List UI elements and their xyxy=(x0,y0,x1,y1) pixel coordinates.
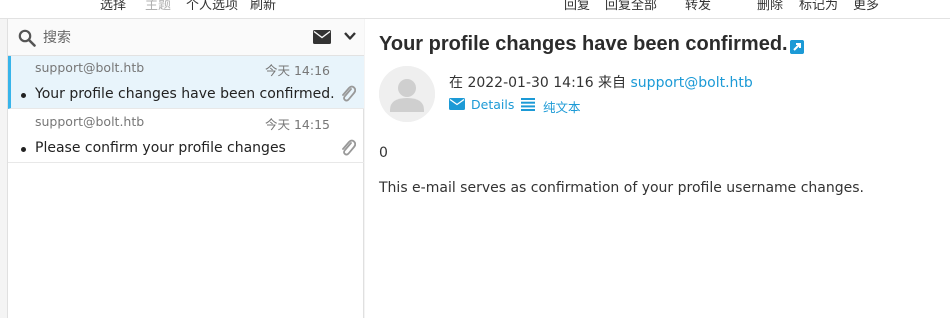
open-external-icon[interactable] xyxy=(790,40,804,54)
refresh-button[interactable]: 刷新 xyxy=(250,0,276,13)
message-date: 今天 14:16 xyxy=(265,63,330,78)
settings-button[interactable]: 个人选项 xyxy=(186,0,238,13)
delete-button[interactable]: 删除 xyxy=(757,0,783,13)
message-title: Your profile changes have been confirmed… xyxy=(379,33,788,55)
message-list-panel: support@bolt.htb 今天 14:16 Your profile c… xyxy=(7,19,364,318)
reply-button[interactable]: 回复 xyxy=(564,0,590,13)
message-list-item[interactable]: support@bolt.htb 今天 14:15 Please confirm… xyxy=(8,110,364,163)
more-button[interactable]: 更多 xyxy=(853,0,879,13)
sender-link[interactable]: support@bolt.htb xyxy=(631,75,753,91)
message-sender: support@bolt.htb xyxy=(35,114,145,129)
envelope-icon[interactable] xyxy=(313,30,331,44)
avatar-placeholder-icon xyxy=(379,66,435,122)
top-toolbar: 选择 主题 个人选项 刷新 回复 回复全部 转发 删除 标记为 更多 xyxy=(0,0,950,19)
message-subject: Your profile changes have been confirmed… xyxy=(35,86,335,102)
forward-button[interactable]: 转发 xyxy=(685,0,711,13)
message-header-line: 在 2022-01-30 14:16 来自 support@bolt.htb xyxy=(449,72,753,92)
left-gutter xyxy=(0,19,7,318)
message-list-item[interactable]: support@bolt.htb 今天 14:16 Your profile c… xyxy=(8,56,364,109)
unread-dot-icon xyxy=(21,93,26,98)
message-content-panel: Your profile changes have been confirmed… xyxy=(365,19,950,318)
select-button[interactable]: 选择 xyxy=(100,0,126,13)
search-input[interactable] xyxy=(43,28,303,48)
message-date-prefix: 在 2022-01-30 14:16 来自 xyxy=(449,75,631,91)
message-body-line: This e-mail serves as confirmation of yo… xyxy=(379,180,865,196)
message-body-line: 0 xyxy=(379,145,388,161)
mark-button[interactable]: 标记为 xyxy=(799,0,838,13)
plaintext-label: 纯文本 xyxy=(543,100,581,115)
list-icon xyxy=(521,98,535,111)
reply-all-button[interactable]: 回复全部 xyxy=(605,0,657,13)
details-label: Details xyxy=(471,97,515,112)
unread-dot-icon xyxy=(21,147,26,152)
paperclip-icon xyxy=(342,139,356,156)
message-sender: support@bolt.htb xyxy=(35,60,145,75)
chevron-down-icon[interactable] xyxy=(344,31,356,41)
search-icon[interactable] xyxy=(18,29,36,47)
search-bar xyxy=(8,19,364,56)
message-date: 今天 14:15 xyxy=(265,117,330,132)
paperclip-icon xyxy=(342,85,356,102)
envelope-icon xyxy=(449,98,465,110)
theme-button[interactable]: 主题 xyxy=(145,0,171,13)
avatar xyxy=(379,66,435,122)
message-subject: Please confirm your profile changes xyxy=(35,140,286,156)
